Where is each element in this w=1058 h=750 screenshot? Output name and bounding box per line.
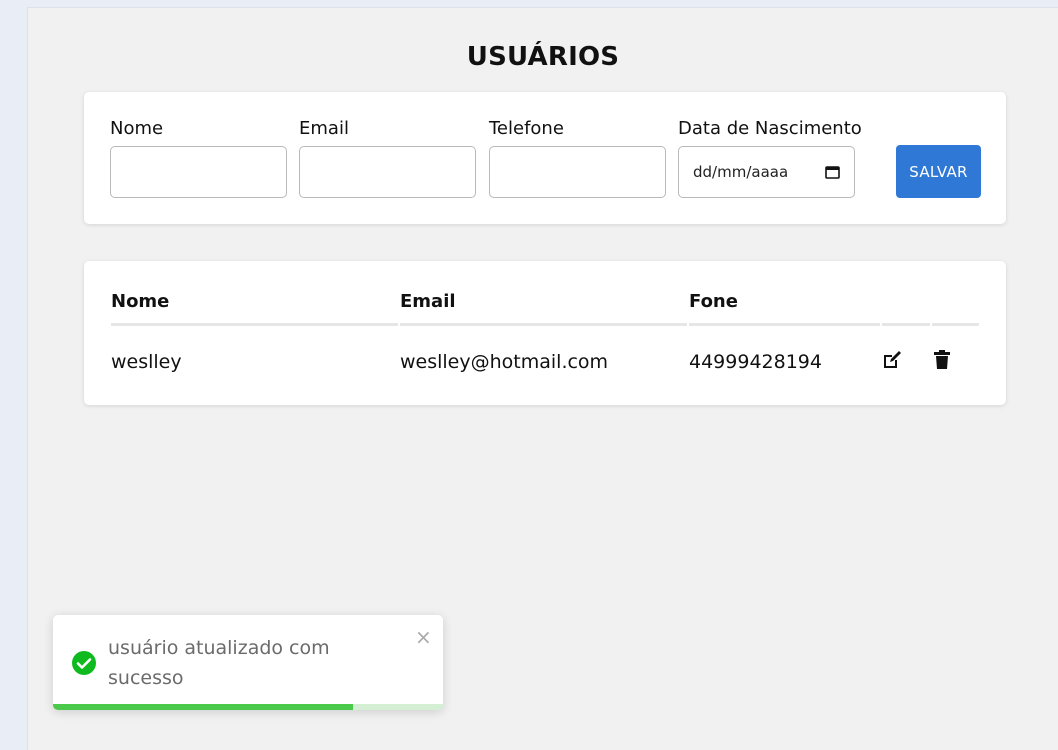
save-button[interactable]: SALVAR [896, 145, 981, 198]
toast-message: usuário atualizado com sucesso [108, 637, 330, 689]
birthdate-placeholder: dd/mm/aaaa [693, 163, 789, 181]
header-divider [400, 323, 687, 326]
trash-icon[interactable] [931, 349, 953, 371]
header-email: Email [400, 291, 456, 312]
phone-field: Telefone [489, 118, 666, 198]
page-title: USUÁRIOS [466, 42, 620, 72]
header-divider [689, 323, 880, 326]
calendar-icon[interactable] [825, 165, 840, 179]
header-divider [111, 323, 398, 326]
user-form-card: Nome Email Telefone Data de Nascimento d… [84, 92, 1006, 224]
users-table-card: Nome Email Fone weslley weslley@hotmail.… [84, 261, 1006, 405]
birthdate-field: Data de Nascimento dd/mm/aaaa [678, 118, 862, 198]
close-icon[interactable]: × [415, 625, 432, 649]
header-fone: Fone [689, 291, 738, 312]
email-label: Email [299, 118, 349, 139]
cell-email: weslley@hotmail.com [400, 351, 609, 373]
phone-input[interactable] [489, 146, 666, 198]
name-input[interactable] [110, 146, 287, 198]
cell-nome: weslley [111, 351, 182, 373]
header-divider [882, 323, 930, 326]
cell-fone: 44999428194 [689, 351, 822, 373]
header-nome: Nome [111, 291, 170, 312]
birthdate-label: Data de Nascimento [678, 118, 862, 139]
edit-icon[interactable] [881, 349, 903, 371]
check-circle-icon [71, 650, 97, 676]
success-toast: usuário atualizado com sucesso × [53, 615, 443, 710]
toast-progress-track [53, 704, 443, 710]
email-field: Email [299, 118, 476, 198]
birthdate-input[interactable]: dd/mm/aaaa [678, 146, 855, 198]
header-divider [932, 323, 979, 326]
email-input[interactable] [299, 146, 476, 198]
name-label: Nome [110, 118, 164, 139]
name-field: Nome [110, 118, 287, 198]
toast-progress-fill [53, 704, 354, 710]
phone-label: Telefone [489, 118, 564, 139]
